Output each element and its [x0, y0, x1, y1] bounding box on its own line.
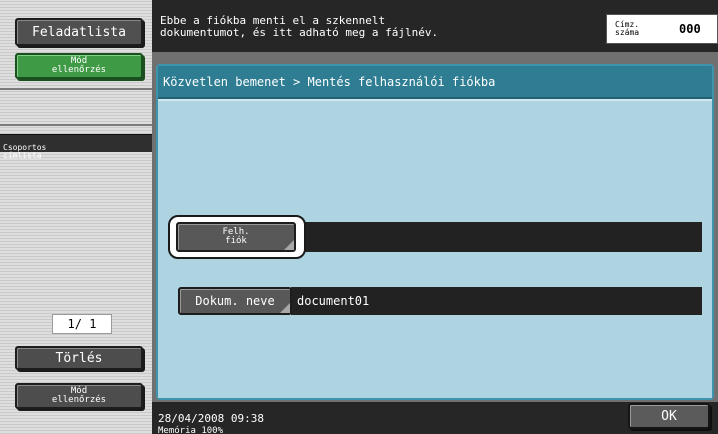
page-counter: 1/ 1 [52, 314, 112, 334]
destination-count-box: Címz. száma 000 [606, 14, 718, 44]
sidebar-divider [0, 124, 152, 126]
button-corner-icon [284, 240, 294, 250]
job-list-label: Feladatlista [32, 24, 126, 40]
memory-status: Memória 100% [158, 426, 224, 434]
document-name-button[interactable]: Dokum. neve [178, 287, 292, 315]
sidebar-divider [0, 88, 152, 90]
delete-button[interactable]: Törlés [15, 346, 143, 370]
button-corner-icon [280, 303, 290, 313]
destination-count-value: 000 [679, 22, 701, 36]
delete-label: Törlés [55, 350, 103, 366]
message-header: Ebbe a fiókba menti el a szkennelt dokum… [152, 0, 718, 52]
breadcrumb: Közvetlen bemenet > Mentés felhasználói … [158, 66, 712, 99]
mode-check-bottom-label: Mód ellenőrzés [51, 386, 107, 405]
document-name-field[interactable]: document01 [291, 287, 702, 315]
page-counter-value: 1/ 1 [67, 317, 97, 331]
document-name-label: Dokum. neve [195, 294, 275, 308]
destination-count-label: Címz. száma [615, 20, 640, 37]
user-box-field[interactable] [291, 222, 702, 252]
status-footer: 28/04/2008 09:38 Memória 100% OK [152, 402, 718, 434]
breadcrumb-text: Közvetlen bemenet > Mentés felhasználói … [163, 74, 496, 89]
user-box-button[interactable]: Felh. fiók [176, 222, 296, 252]
content-area: Felh. fiók document01 Dokum. neve [158, 101, 712, 398]
date-time: 28/04/2008 09:38 [158, 412, 264, 425]
mode-check-bottom-button[interactable]: Mód ellenőrzés [15, 383, 143, 409]
ok-label: OK [661, 408, 677, 424]
mode-check-label: Mód ellenőrzés [51, 56, 107, 75]
group-list-label: Csoportos címlista [3, 143, 47, 160]
user-box-label: Felh. fiók [222, 227, 250, 246]
settings-panel: Közvetlen bemenet > Mentés felhasználói … [156, 64, 714, 400]
ok-button[interactable]: OK [628, 403, 710, 429]
document-name-value: document01 [297, 294, 370, 308]
mode-check-button[interactable]: Mód ellenőrzés [15, 53, 143, 79]
group-list-heading[interactable]: Csoportos címlista [0, 134, 152, 160]
left-sidebar: Feladatlista Mód ellenőrzés Csoportos cí… [0, 0, 152, 434]
job-list-button[interactable]: Feladatlista [15, 18, 143, 46]
main-panel: Közvetlen bemenet > Mentés felhasználói … [152, 52, 718, 402]
instruction-message: Ebbe a fiókba menti el a szkennelt dokum… [160, 14, 439, 39]
